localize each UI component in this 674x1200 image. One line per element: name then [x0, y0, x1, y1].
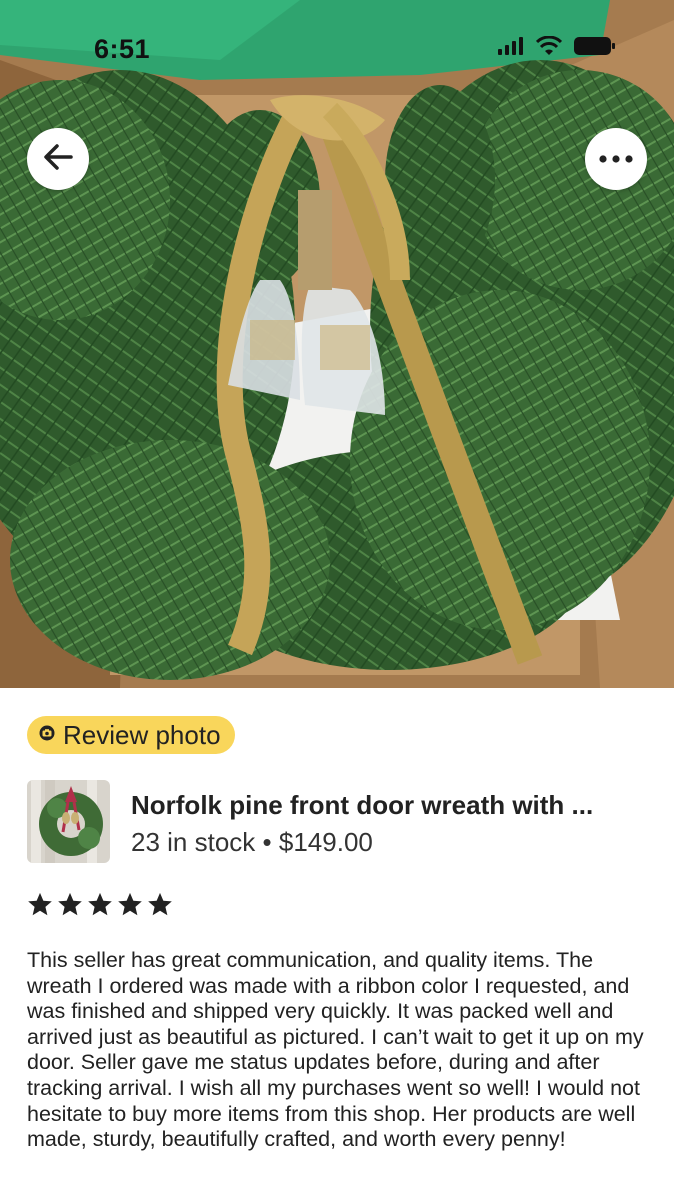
product-meta: 23 in stock • $149.00 — [131, 827, 373, 858]
star-icon — [147, 892, 173, 922]
camera-icon — [39, 725, 55, 746]
review-text: This seller has great communication, and… — [27, 948, 644, 1152]
star-icon — [87, 892, 113, 922]
review-photo-badge: Review photo — [27, 716, 235, 754]
star-rating — [27, 892, 173, 922]
wifi-icon — [535, 35, 563, 61]
battery-icon — [574, 36, 616, 61]
more-horizontal-icon — [599, 150, 633, 168]
status-time: 6:51 — [94, 34, 151, 64]
product-link[interactable]: Norfolk pine front door wreath with ... … — [27, 780, 647, 864]
meta-separator: • — [262, 827, 272, 857]
review-photo[interactable] — [0, 0, 674, 688]
arrow-left-icon — [43, 143, 73, 175]
more-options-button[interactable] — [585, 128, 647, 190]
product-thumbnail[interactable] — [27, 780, 110, 863]
star-icon — [117, 892, 143, 922]
status-bar: 6:51 — [0, 0, 674, 90]
star-icon — [57, 892, 83, 922]
product-price: $149.00 — [278, 827, 373, 857]
back-button[interactable] — [27, 128, 89, 190]
product-title[interactable]: Norfolk pine front door wreath with ... — [131, 790, 646, 821]
star-icon — [27, 892, 53, 922]
badge-label: Review photo — [63, 719, 221, 750]
status-icons — [498, 35, 616, 61]
product-stock: 23 in stock — [131, 827, 256, 857]
signal-icon — [498, 37, 524, 60]
